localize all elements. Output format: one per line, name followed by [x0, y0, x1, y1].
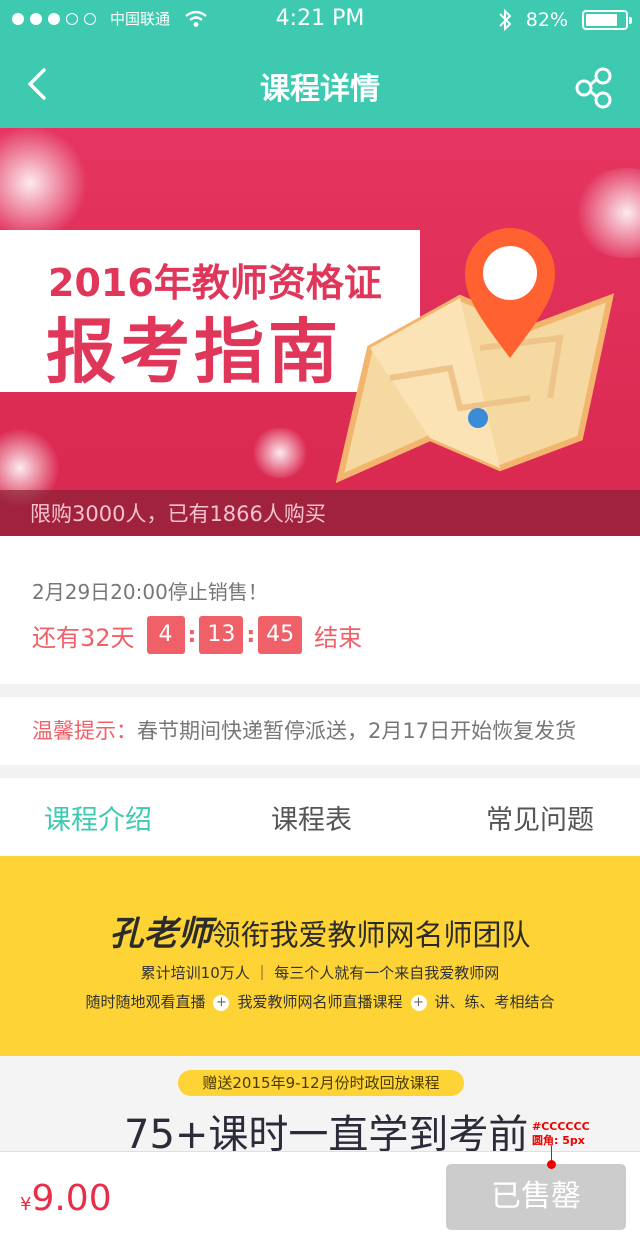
banner-glow — [0, 128, 90, 238]
feature-course: 我爱教师网名师直播课程 — [237, 993, 403, 1011]
price: ¥9.00 — [20, 1178, 112, 1219]
currency-symbol: ¥ — [20, 1194, 32, 1215]
countdown-hours: 4 — [146, 616, 185, 654]
shipping-notice: 温馨提示：春节期间快递暂停派送，2月17日开始恢复发货 — [0, 697, 640, 765]
notice-label: 温馨提示： — [32, 719, 137, 743]
feature-practice: 讲、练、考相结合 — [434, 993, 555, 1011]
tab-faq[interactable]: 常见问题 — [486, 798, 594, 837]
battery-icon — [582, 10, 632, 30]
teacher-promo: 孔老师领衔我爱教师网名师团队 累计培训10万人 ｜ 每三个人就有一个来自我爱教师… — [0, 856, 640, 1056]
countdown-seconds: 45 — [258, 616, 303, 654]
plus-icon: + — [410, 994, 427, 1011]
countdown-separator: : — [246, 622, 256, 648]
map-pin-illustration — [335, 228, 615, 484]
purchase-info: 限购3000人，已有1866人购买 — [0, 490, 640, 536]
notice-text: 春节期间快递暂停派送，2月17日开始恢复发货 — [137, 719, 577, 743]
gift-pill: 赠送2015年9-12月份时政回放课程 — [178, 1070, 464, 1096]
design-annotation: #CCCCCC 圆角: 5px — [532, 1120, 590, 1148]
annotation-color: #CCCCCC — [532, 1120, 590, 1133]
tab-course-intro[interactable]: 课程介绍 — [44, 798, 152, 837]
countdown-separator: : — [187, 622, 197, 648]
feature-live: 随时随地观看直播 — [85, 993, 206, 1011]
bluetooth-icon — [499, 8, 512, 32]
sale-stop-text: 2月29日20:00停止销售！ — [32, 580, 268, 604]
plus-icon: + — [213, 994, 230, 1011]
top-bar: 中国联通 4:21 PM 82% 课程详情 — [0, 0, 640, 128]
bottom-bar: ¥9.00 已售罄 — [0, 1151, 640, 1241]
countdown-row: 还有32天 4 : 13 : 45 结束 — [32, 616, 362, 654]
banner-glow — [250, 428, 310, 478]
sold-out-button[interactable]: 已售罄 — [446, 1164, 626, 1230]
battery-percent: 82% — [525, 9, 568, 31]
nav-bar: 课程详情 — [0, 40, 640, 128]
days-remaining: 还有32天 — [32, 623, 135, 652]
price-value: 9.00 — [31, 1178, 112, 1219]
annotation-radius: 圆角: 5px — [532, 1134, 585, 1147]
promo-features: 随时随地观看直播 + 我爱教师网名师直播课程 + 讲、练、考相结合 — [0, 991, 640, 1012]
countdown-section: 2月29日20:00停止销售！ 还有32天 4 : 13 : 45 结束 — [0, 536, 640, 684]
course-banner: 2016年教师资格证 报考指南 限购3000人，已有1866人购买 — [0, 128, 640, 536]
banner-title-line2: 报考指南 — [46, 311, 342, 393]
tab-schedule[interactable]: 课程表 — [271, 798, 352, 837]
promo-headline-text: 领衔我爱教师网名师团队 — [211, 918, 531, 952]
teacher-signature: 孔老师 — [109, 914, 212, 954]
tab-bar: 课程介绍 课程表 常见问题 — [0, 778, 640, 856]
annotation-dot — [547, 1160, 556, 1169]
battery-fill — [586, 14, 618, 26]
share-icon[interactable] — [572, 66, 616, 110]
countdown-end-label: 结束 — [314, 623, 363, 652]
promo-stats: 累计培训10万人 ｜ 每三个人就有一个来自我爱教师网 — [140, 964, 500, 982]
page-title: 课程详情 — [260, 72, 380, 107]
countdown-minutes: 13 — [199, 616, 244, 654]
status-right: 82% — [498, 8, 632, 32]
status-bar: 中国联通 4:21 PM 82% — [0, 0, 640, 40]
promo-headline: 孔老师领衔我爱教师网名师团队 — [0, 906, 640, 955]
